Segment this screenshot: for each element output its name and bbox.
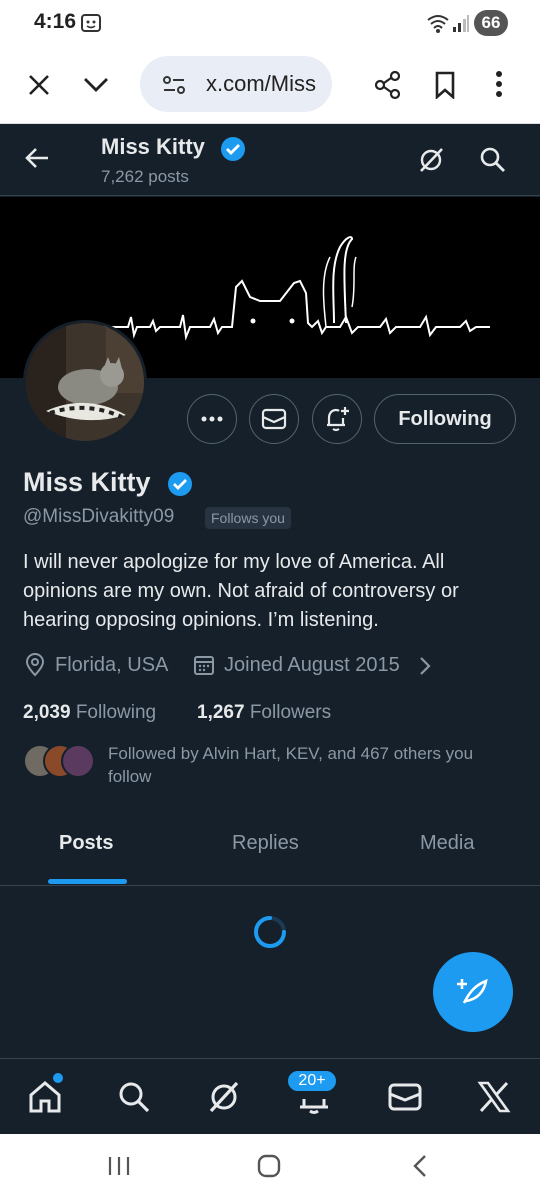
- back-icon[interactable]: [410, 1154, 430, 1183]
- followers-count: 1,267: [197, 702, 245, 723]
- message-button[interactable]: [249, 394, 299, 444]
- calendar-icon: [192, 653, 216, 682]
- followers-stat[interactable]: 1,267 Followers: [197, 702, 331, 724]
- followed-by-text[interactable]: Followed by Alvin Hart, KEV, and 467 oth…: [108, 742, 518, 788]
- system-navigation: [0, 1134, 540, 1200]
- notification-dot: [53, 1073, 63, 1083]
- profile-location: Florida, USA: [55, 654, 169, 676]
- profile-header: Miss Kitty 7,262 posts: [0, 124, 540, 196]
- profile-handle: @MissDivakitty09: [23, 506, 175, 527]
- battery-icon: 66: [474, 10, 508, 36]
- status-bar: 4:16 66: [0, 0, 540, 48]
- close-tab-icon[interactable]: [26, 72, 52, 103]
- profile-bio: I will never apologize for my love of Am…: [23, 551, 459, 631]
- envelope-icon: [261, 408, 287, 430]
- verified-badge-icon: [220, 136, 246, 167]
- search-icon[interactable]: [116, 1079, 152, 1120]
- bottom-navigation: 20+: [0, 1058, 540, 1134]
- x-logo-icon[interactable]: [477, 1081, 511, 1118]
- cat-photo-image: [26, 323, 144, 441]
- profile-joined-date: Joined August 2015: [224, 654, 400, 676]
- more-menu-icon[interactable]: [494, 70, 504, 105]
- home-icon[interactable]: [27, 1079, 63, 1120]
- wifi-icon: [426, 12, 450, 39]
- verified-badge-icon: [167, 471, 193, 502]
- recent-apps-icon[interactable]: [107, 1155, 131, 1182]
- url-bar[interactable]: x.com/Miss: [140, 56, 332, 112]
- tab-replies[interactable]: Replies: [232, 832, 299, 866]
- screen-record-icon: [80, 12, 102, 39]
- feather-plus-icon: [457, 978, 488, 1004]
- header-name: Miss Kitty: [101, 134, 205, 159]
- mutual-followers-avatars[interactable]: [23, 744, 95, 778]
- following-count: 2,039: [23, 702, 71, 723]
- more-dots-icon: [201, 416, 223, 422]
- back-arrow-icon[interactable]: [24, 146, 50, 175]
- avatar: [61, 744, 95, 778]
- bookmark-icon[interactable]: [434, 71, 456, 104]
- status-time: 4:16: [34, 10, 77, 33]
- header-posts-count: 7,262 posts: [101, 167, 189, 186]
- location-icon: [23, 653, 47, 682]
- following-button[interactable]: Following: [374, 394, 516, 444]
- avatar[interactable]: [23, 320, 147, 444]
- notify-button[interactable]: [312, 394, 362, 444]
- browser-toolbar: x.com/Miss: [0, 48, 540, 124]
- search-icon[interactable]: [479, 146, 507, 179]
- grok-icon[interactable]: [206, 1079, 242, 1120]
- signal-icon: [452, 13, 470, 38]
- loading-spinner-icon: [252, 914, 288, 955]
- grok-icon[interactable]: [417, 146, 445, 179]
- notifications-badge: 20+: [286, 1069, 338, 1093]
- more-options-button[interactable]: [187, 394, 237, 444]
- tab-posts[interactable]: Posts: [59, 832, 113, 866]
- site-settings-icon[interactable]: [162, 74, 186, 101]
- chevron-right-icon[interactable]: [418, 655, 432, 682]
- chevron-down-icon[interactable]: [82, 74, 110, 101]
- home-button-icon[interactable]: [257, 1154, 281, 1183]
- messages-icon[interactable]: [387, 1081, 423, 1118]
- following-stat[interactable]: 2,039 Following: [23, 702, 156, 724]
- compose-post-button[interactable]: [433, 952, 513, 1032]
- follows-you-badge: Follows you: [205, 507, 291, 529]
- share-icon[interactable]: [374, 70, 402, 105]
- active-tab-indicator: [48, 879, 127, 884]
- following-label: Following: [75, 702, 157, 723]
- profile-name: Miss Kitty: [23, 467, 151, 497]
- followers-label: Followers: [249, 702, 332, 723]
- bell-plus-icon: [327, 407, 349, 432]
- tab-media[interactable]: Media: [420, 832, 474, 866]
- url-text: x.com/Miss: [206, 71, 316, 96]
